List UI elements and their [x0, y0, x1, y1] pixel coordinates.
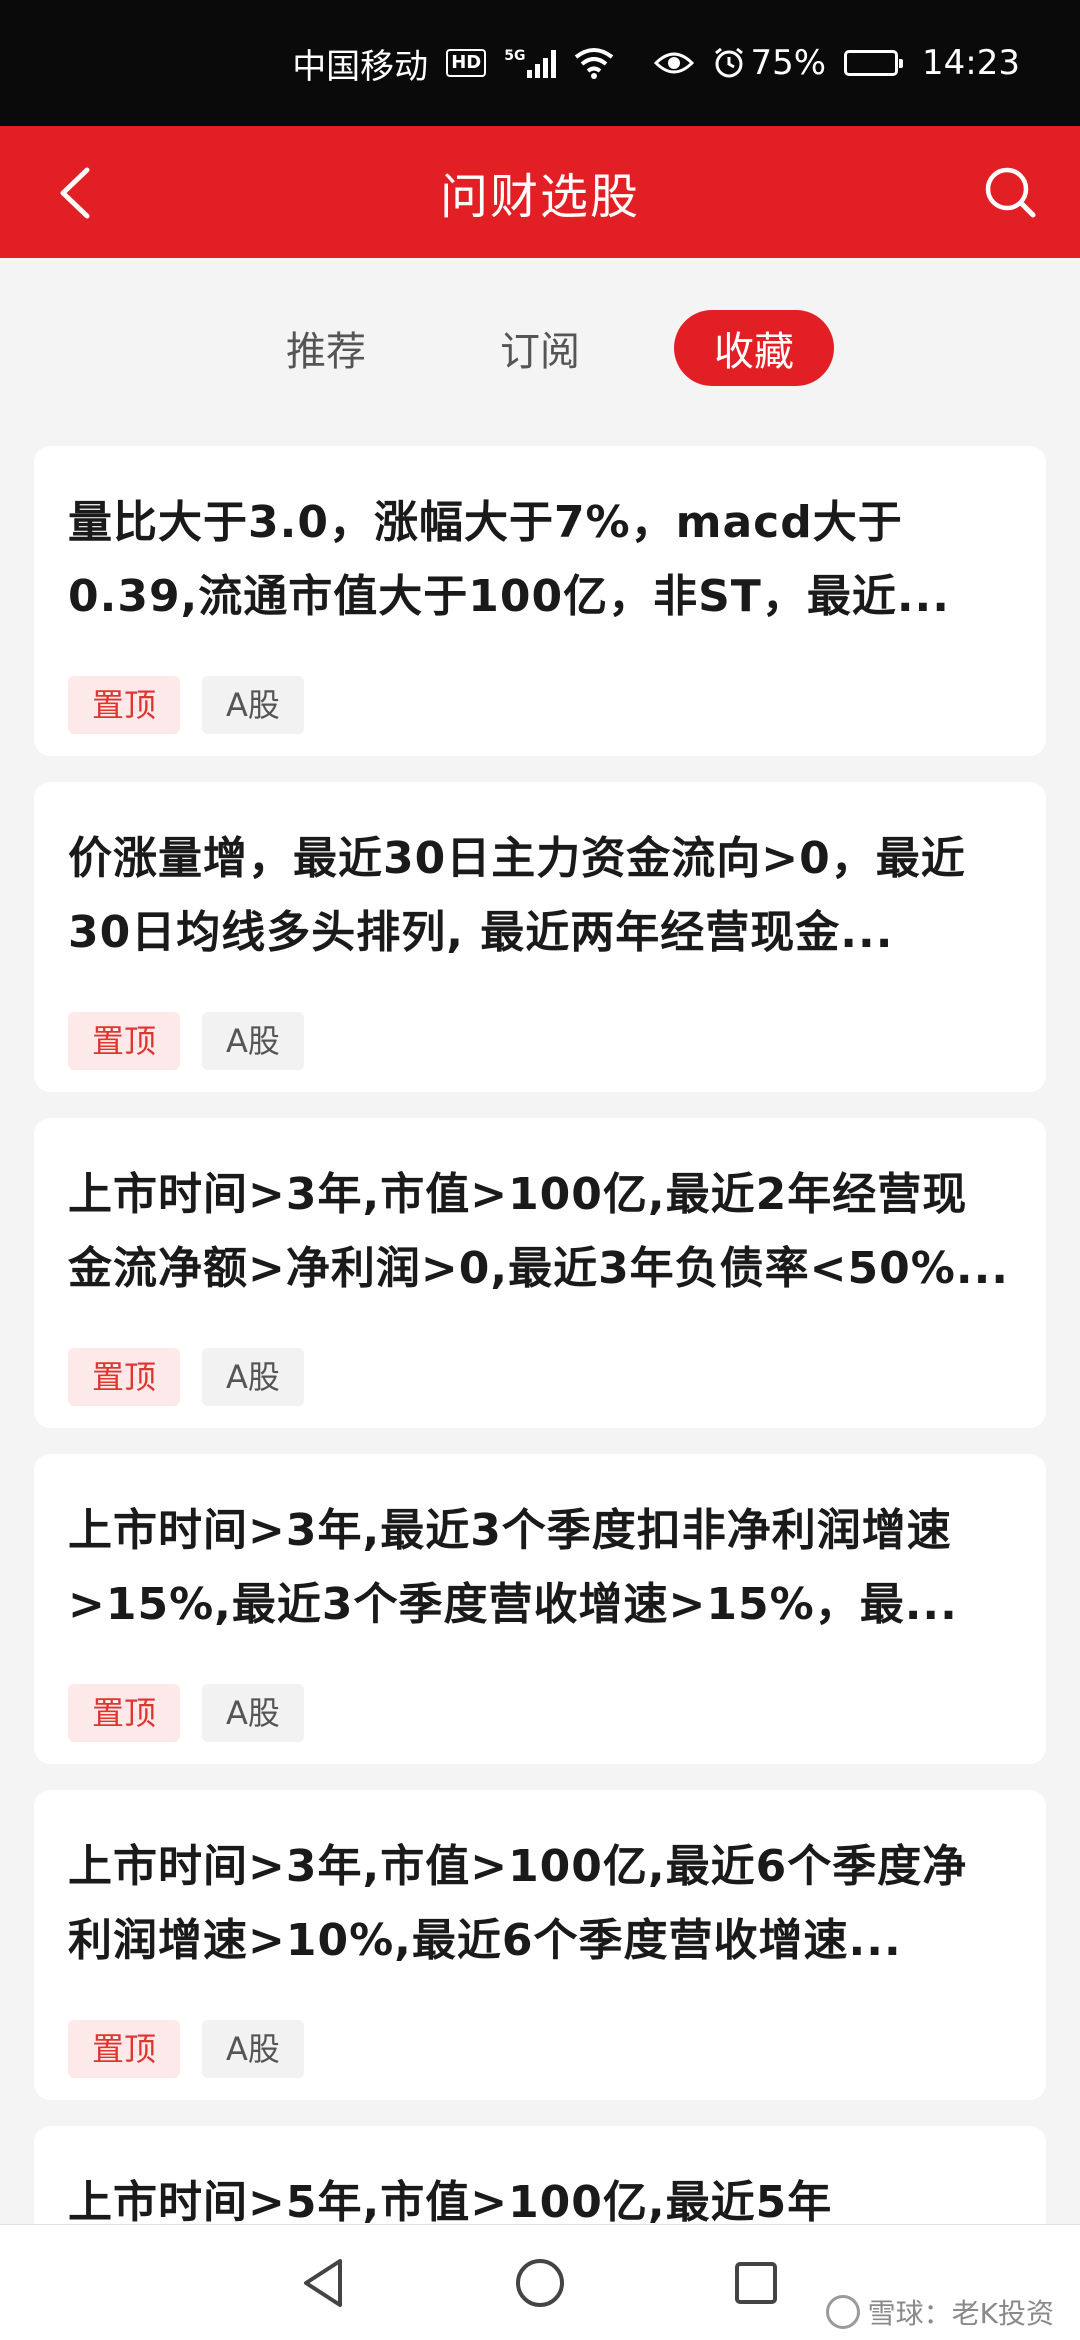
- nav-home-button[interactable]: [490, 2233, 590, 2333]
- chevron-left-icon: [60, 167, 90, 219]
- list-item[interactable]: 上市时间>3年,最近3个季度扣非净利润增速>15%,最近3个季度营收增速>15%…: [34, 1454, 1046, 1764]
- snowball-logo-icon: [825, 2295, 860, 2329]
- tab-bar: 推荐 订阅 收藏: [0, 258, 1080, 438]
- watermark-text: 雪球：老K投资: [867, 2297, 1054, 2330]
- market-tag: A股: [202, 1348, 304, 1406]
- alarm-icon: [712, 46, 746, 80]
- search-button[interactable]: [974, 156, 1046, 228]
- page-title: 问财选股: [439, 169, 640, 225]
- pinned-tag: 置顶: [68, 1684, 181, 1742]
- eye-icon: [654, 49, 695, 77]
- circle-home-icon: [516, 2258, 564, 2307]
- market-tag: A股: [202, 1684, 304, 1742]
- back-button[interactable]: [40, 158, 110, 228]
- network-type-label: 5G: [504, 48, 526, 64]
- list-item[interactable]: 量比大于3.0，涨幅大于7%，macd大于0.39,流通市值大于100亿，非ST…: [34, 446, 1046, 756]
- pinned-tag: 置顶: [68, 1012, 181, 1070]
- strategy-text: 量比大于3.0，涨幅大于7%，macd大于0.39,流通市值大于100亿，非ST…: [68, 497, 950, 622]
- market-tag: A股: [202, 2020, 304, 2078]
- triangle-back-icon: [304, 2258, 342, 2307]
- clock-time: 14:23: [922, 43, 1020, 83]
- battery-percent: 75%: [750, 43, 827, 83]
- strategy-list: 量比大于3.0，涨幅大于7%，macd大于0.39,流通市值大于100亿，非ST…: [34, 446, 1046, 2246]
- signal-icon: 5G: [504, 48, 557, 78]
- pinned-tag: 置顶: [68, 2020, 181, 2078]
- list-item[interactable]: 上市时间>3年,市值>100亿,最近6个季度净利润增速>10%,最近6个季度营收…: [34, 1790, 1046, 2100]
- tab-recommend[interactable]: 推荐: [246, 310, 406, 386]
- status-bar: 中国移动 HD 5G 75% 14:23: [0, 0, 1080, 126]
- square-recents-icon: [735, 2261, 777, 2304]
- nav-back-button[interactable]: [274, 2233, 374, 2333]
- tab-subscribe[interactable]: 订阅: [460, 310, 620, 386]
- strategy-text: 上市时间>3年,最近3个季度扣非净利润增速>15%,最近3个季度营收增速>15%…: [68, 1505, 958, 1630]
- carrier-label: 中国移动: [292, 46, 429, 87]
- market-tag: A股: [202, 1012, 304, 1070]
- strategy-text: 价涨量增，最近30日主力资金流向>0，最近30日均线多头排列, 最近两年经营现金…: [68, 833, 966, 958]
- search-icon: [985, 167, 1036, 218]
- list-item[interactable]: 上市时间>3年,市值>100亿,最近2年经营现金流净额>净利润>0,最近3年负债…: [34, 1118, 1046, 1428]
- wifi-icon: [574, 47, 614, 79]
- pinned-tag: 置顶: [68, 1348, 181, 1406]
- battery-icon: [844, 50, 904, 76]
- hd-badge: HD: [446, 49, 487, 77]
- watermark: 雪球：老K投资: [825, 2292, 1054, 2332]
- strategy-text: 上市时间>3年,市值>100亿,最近6个季度净利润增速>10%,最近6个季度营收…: [68, 1841, 968, 1966]
- app-header: 问财选股: [0, 126, 1080, 258]
- list-item[interactable]: 价涨量增，最近30日主力资金流向>0，最近30日均线多头排列, 最近两年经营现金…: [34, 782, 1046, 1092]
- nav-recents-button[interactable]: [706, 2233, 806, 2333]
- market-tag: A股: [202, 676, 304, 734]
- strategy-text: 上市时间>3年,市值>100亿,最近2年经营现金流净额>净利润>0,最近3年负债…: [68, 1169, 1010, 1294]
- tab-favorites[interactable]: 收藏: [674, 310, 834, 386]
- pinned-tag: 置顶: [68, 676, 181, 734]
